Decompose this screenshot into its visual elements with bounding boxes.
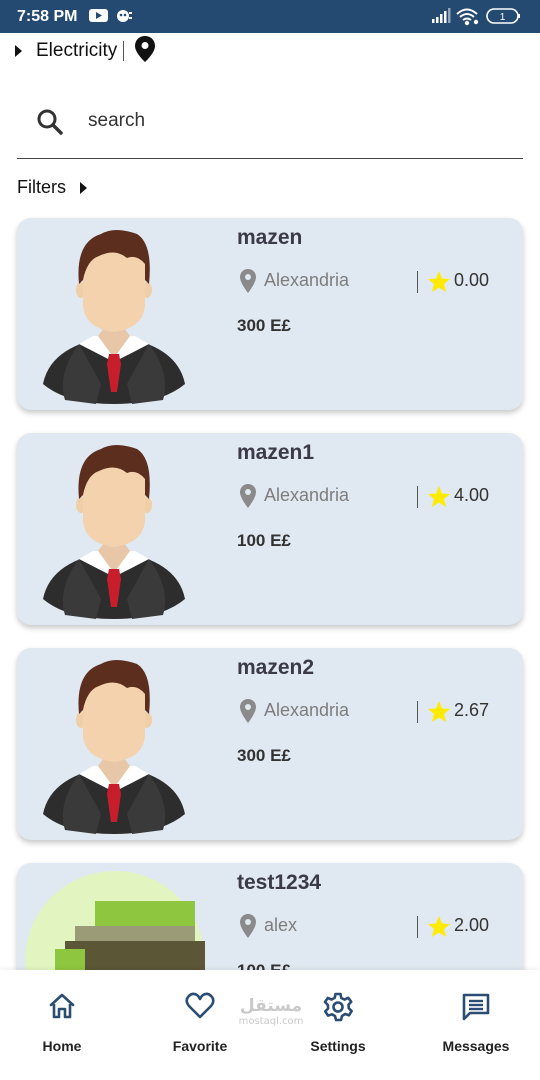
- star-icon: [428, 486, 450, 507]
- nav-messages[interactable]: Messages: [421, 970, 531, 1080]
- battery-level: 1: [500, 12, 506, 23]
- location-pin-icon: [240, 699, 256, 723]
- divider: [417, 916, 418, 938]
- provider-name: mazen1: [237, 441, 315, 464]
- avatar: [43, 660, 185, 834]
- provider-location: Alexandria: [264, 700, 350, 720]
- provider-rating: 2.67: [454, 700, 490, 720]
- nav-home[interactable]: Home: [7, 970, 117, 1080]
- nav-settings-label: Settings: [310, 1038, 366, 1054]
- provider-rating: 2.00: [454, 915, 490, 935]
- provider-name: mazen2: [237, 656, 315, 679]
- search-input[interactable]: [88, 106, 508, 136]
- wifi-icon: [456, 8, 479, 26]
- avatar: [43, 230, 185, 404]
- provider-location: Alexandria: [264, 485, 350, 505]
- expand-caret-icon[interactable]: [15, 45, 22, 57]
- star-icon: [428, 701, 450, 722]
- youtube-icon: [89, 9, 108, 22]
- filters-label: Filters: [17, 177, 66, 197]
- avatar: [43, 445, 185, 619]
- divider: [417, 271, 418, 293]
- status-bar: 7:58 PM 1: [0, 0, 540, 33]
- star-icon: [428, 916, 450, 937]
- provider-card[interactable]: mazen Alexandria 0.00 300 E£: [17, 218, 523, 410]
- category-header[interactable]: Electricity: [15, 35, 156, 64]
- divider: [417, 486, 418, 508]
- status-time: 7:58 PM: [17, 8, 78, 25]
- gear-icon[interactable]: [323, 992, 353, 1022]
- status-right-icons: 1: [432, 6, 522, 31]
- provider-location: Alexandria: [264, 270, 350, 290]
- location-pin-icon: [240, 269, 256, 293]
- provider-location: alex: [264, 915, 298, 935]
- nav-favorite-label: Favorite: [172, 1038, 228, 1054]
- category-label: Electricity: [36, 40, 118, 61]
- provider-price: 300 E£: [237, 746, 291, 765]
- home-icon[interactable]: [48, 992, 76, 1020]
- location-pin-icon[interactable]: [134, 35, 156, 68]
- location-pin-icon: [240, 484, 256, 508]
- signal-icon: [432, 8, 451, 23]
- search-underline: [17, 158, 523, 159]
- provider-name: mazen: [237, 226, 303, 249]
- watermark-url: mostaql.com: [238, 1016, 304, 1027]
- nav-home-label: Home: [42, 1038, 82, 1054]
- divider: [123, 41, 125, 61]
- provider-rating: 0.00: [454, 270, 490, 290]
- provider-rating: 4.00: [454, 485, 490, 505]
- divider: [417, 701, 418, 723]
- provider-price: 100 E£: [237, 531, 291, 550]
- filters-caret-icon[interactable]: [80, 181, 87, 194]
- nav-messages-label: Messages: [442, 1038, 510, 1054]
- notification-icon: [117, 10, 132, 22]
- provider-card[interactable]: mazen1 Alexandria 4.00 100 E£: [17, 433, 523, 625]
- status-left-icons: [89, 7, 133, 30]
- watermark: مستقل mostaql.com: [236, 996, 306, 1028]
- heart-icon[interactable]: [185, 992, 215, 1020]
- star-icon: [428, 271, 450, 292]
- location-pin-icon: [240, 914, 256, 938]
- bottom-navigation: Home Favorite Settings Messages مستقل mo…: [0, 970, 540, 1080]
- provider-price: 300 E£: [237, 316, 291, 335]
- provider-name: test1234: [237, 871, 322, 894]
- message-icon[interactable]: [461, 992, 491, 1022]
- provider-card[interactable]: mazen2 Alexandria 2.67 300 E£: [17, 648, 523, 840]
- filters-toggle[interactable]: Filters: [17, 177, 87, 198]
- search-icon[interactable]: [36, 108, 64, 141]
- watermark-text: مستقل: [239, 996, 303, 1016]
